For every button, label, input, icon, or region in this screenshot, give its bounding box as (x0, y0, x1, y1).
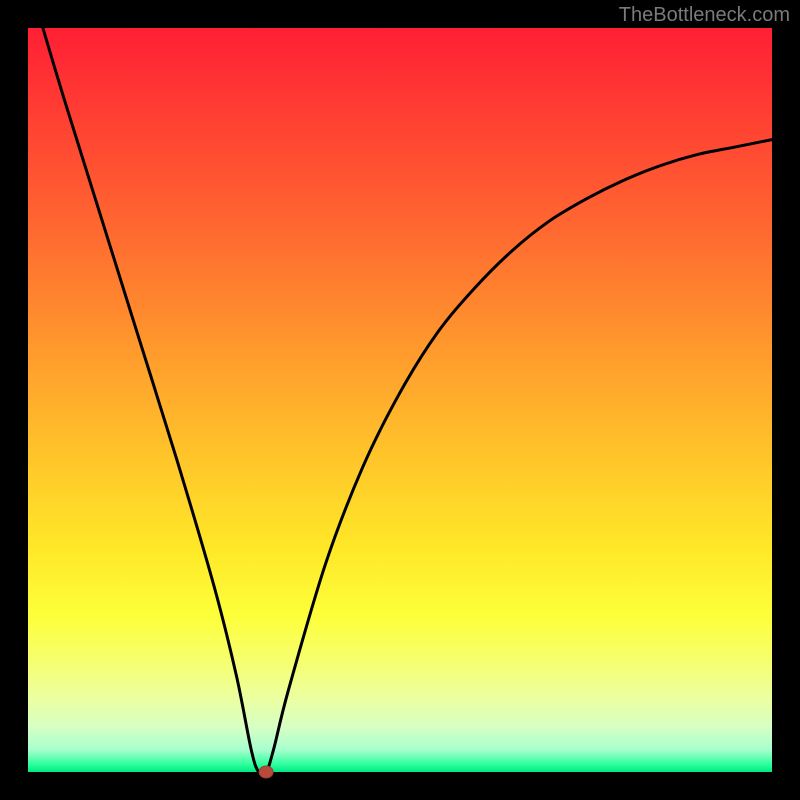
curve-svg (28, 28, 772, 772)
attribution-label: TheBottleneck.com (619, 4, 790, 27)
chart-container: TheBottleneck.com (0, 0, 800, 800)
plot-area (28, 28, 772, 772)
bottleneck-curve (43, 28, 772, 775)
minimum-marker (259, 766, 273, 778)
